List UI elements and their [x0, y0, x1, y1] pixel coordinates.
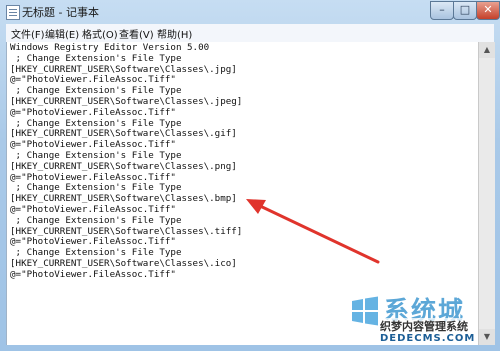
watermark-subtitle: 织梦内容管理系统	[380, 318, 468, 334]
arrow-shaft	[256, 203, 380, 264]
watermark-url: DEDECMS.COM	[380, 333, 476, 344]
windows-logo-icon	[352, 296, 378, 326]
